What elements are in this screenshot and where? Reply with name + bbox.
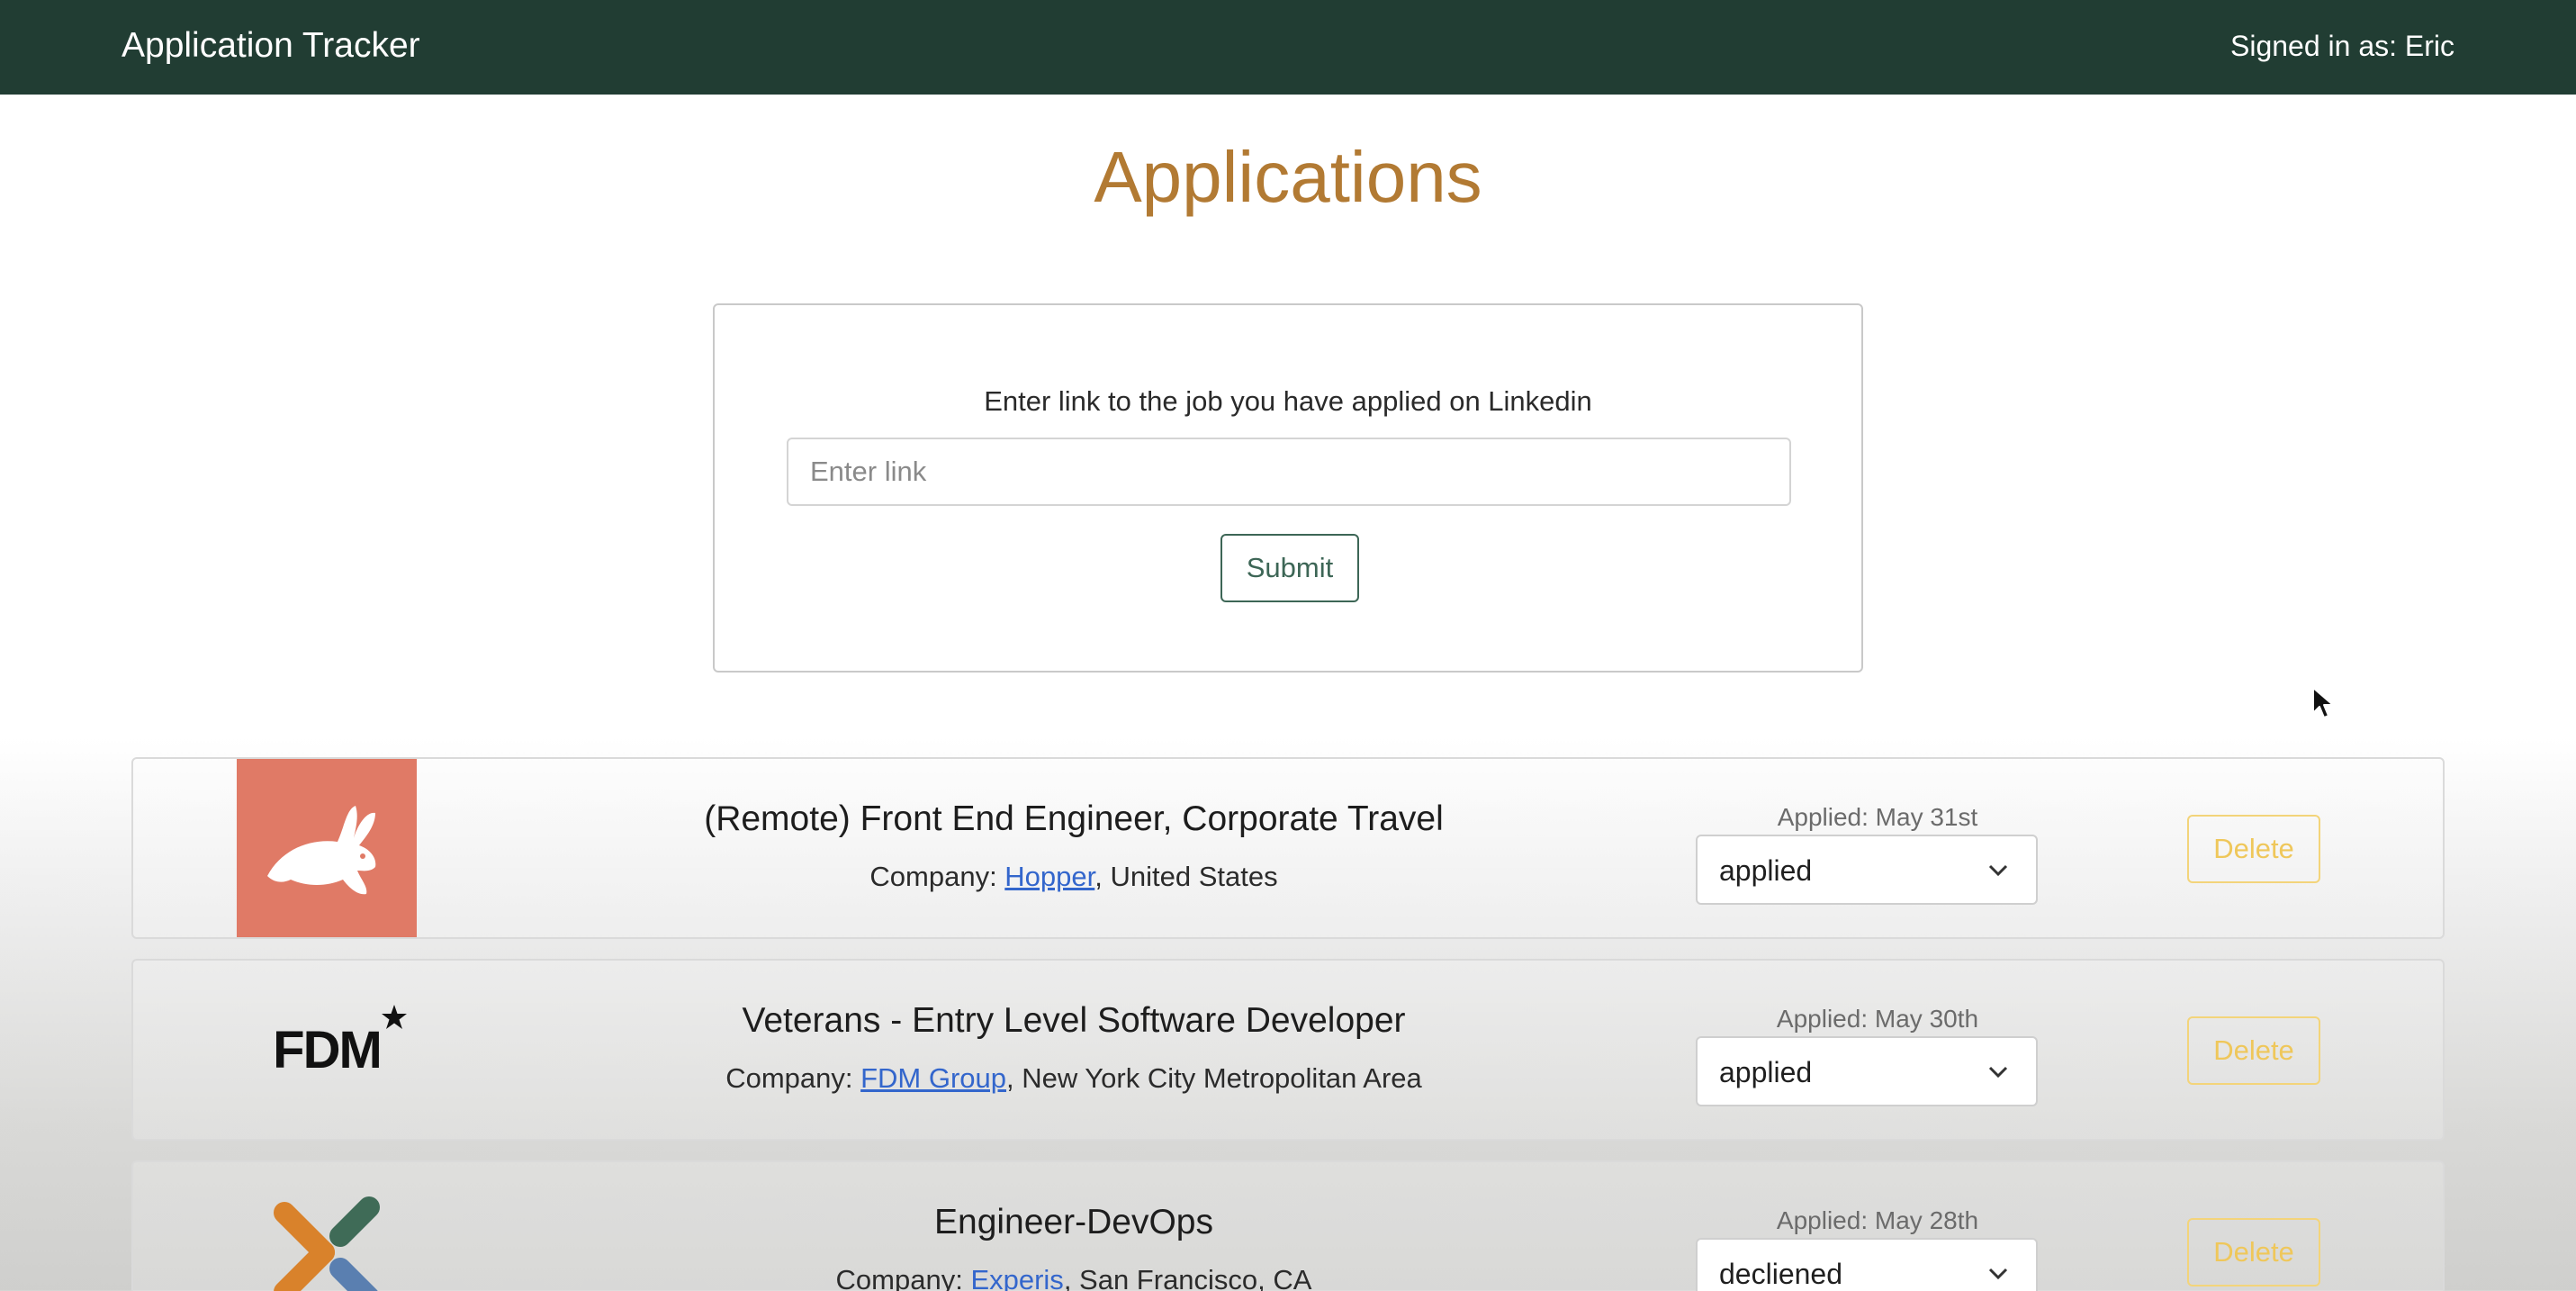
application-card: Engineer-DevOps Company: Experis, San Fr…: [131, 1160, 2445, 1291]
application-card: FDM Veterans - Entry Level Software Deve…: [131, 959, 2445, 1141]
job-company-line: Company: Hopper, United States: [583, 860, 1564, 894]
applied-date: Applied: May 30th: [1776, 1005, 1979, 1033]
job-link-form: Enter link to the job you have applied o…: [713, 303, 1863, 673]
applied-date: Applied: May 28th: [1776, 1206, 1979, 1234]
status-select[interactable]: applied: [1696, 835, 2038, 905]
top-navbar: Application Tracker Signed in as: Eric: [0, 0, 2576, 95]
company-prefix: Company:: [725, 1062, 861, 1094]
applied-date: Applied: May 31st: [1777, 803, 1978, 831]
company-link[interactable]: Hopper: [1004, 861, 1094, 892]
status-value: applied: [1719, 854, 1813, 887]
chevron-down-icon: [1988, 1268, 2008, 1280]
mouse-cursor-icon: [2312, 687, 2334, 718]
star-icon: [381, 1004, 407, 1029]
delete-button[interactable]: Delete: [2187, 1016, 2320, 1085]
fdm-logo-text: FDM: [273, 1020, 383, 1079]
delete-button[interactable]: Delete: [2187, 815, 2320, 883]
job-location: , United States: [1094, 861, 1278, 892]
company-prefix: Company:: [835, 1264, 971, 1291]
experis-logo: [237, 1162, 417, 1291]
page-title: Applications: [1094, 137, 1482, 217]
job-link-input[interactable]: [787, 438, 1791, 506]
signed-in-user: Signed in as: Eric: [2229, 30, 2454, 62]
experis-x-logo: [274, 1196, 380, 1291]
hopper-logo: [237, 759, 417, 937]
submit-button[interactable]: Submit: [1220, 534, 1359, 602]
chevron-down-icon: [1988, 864, 2008, 877]
delete-button[interactable]: Delete: [2187, 1218, 2320, 1286]
app-brand[interactable]: Application Tracker: [122, 26, 420, 66]
application-card: (Remote) Front End Engineer, Corporate T…: [131, 757, 2445, 939]
job-title: Engineer-DevOps: [934, 1203, 1213, 1241]
hopper-bunny-icon: [267, 806, 376, 895]
job-link-prompt: Enter link to the job you have applied o…: [984, 385, 1592, 417]
job-company-line: Company: Experis, San Francisco, CA: [583, 1263, 1564, 1291]
status-value: decliened: [1719, 1258, 1842, 1290]
job-title: Veterans - Entry Level Software Develope…: [742, 1001, 1406, 1040]
company-link[interactable]: FDM Group: [860, 1062, 1006, 1094]
job-title: (Remote) Front End Engineer, Corporate T…: [704, 799, 1444, 838]
fdm-logo: FDM: [237, 961, 417, 1139]
job-location: , New York City Metropolitan Area: [1006, 1062, 1422, 1094]
job-company-line: Company: FDM Group, New York City Metrop…: [583, 1061, 1564, 1096]
company-prefix: Company:: [869, 861, 1005, 892]
status-value: applied: [1719, 1056, 1813, 1088]
chevron-down-icon: [1988, 1066, 2008, 1079]
company-link[interactable]: Experis: [970, 1264, 1063, 1291]
status-select[interactable]: decliened: [1696, 1238, 2038, 1291]
status-select[interactable]: applied: [1696, 1036, 2038, 1106]
job-location: , San Francisco, CA: [1063, 1264, 1312, 1291]
